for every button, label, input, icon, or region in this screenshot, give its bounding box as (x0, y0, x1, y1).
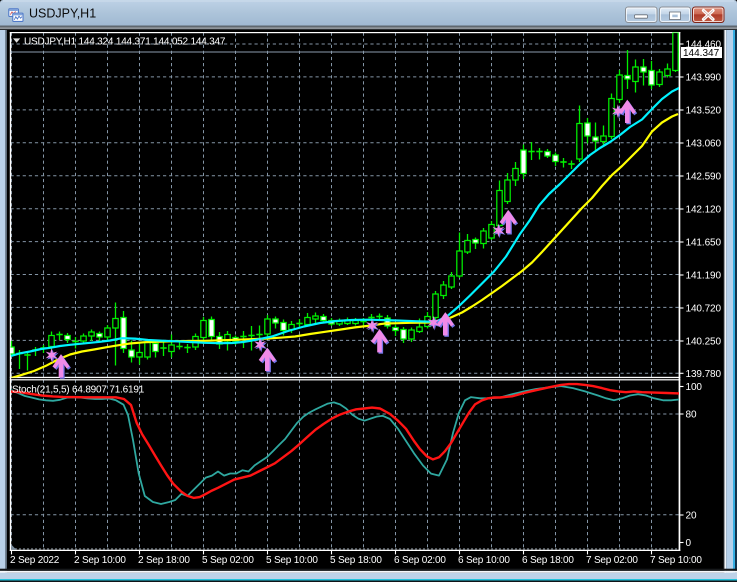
svg-text:7 Sep 02:00: 7 Sep 02:00 (586, 555, 638, 566)
svg-text:20: 20 (686, 511, 697, 522)
svg-text:142.120: 142.120 (686, 205, 722, 216)
svg-text:144.347: 144.347 (683, 48, 720, 59)
svg-text:USDJPY,H1 144.324 144.371 144: USDJPY,H1 144.324 144.371 144.052 144.34… (24, 37, 226, 48)
svg-text:0: 0 (686, 538, 692, 549)
svg-text:6 Sep 18:00: 6 Sep 18:00 (522, 555, 574, 566)
svg-text:140.250: 140.250 (686, 337, 722, 348)
svg-text:140.720: 140.720 (686, 304, 722, 315)
svg-text:5 Sep 10:00: 5 Sep 10:00 (266, 555, 318, 566)
svg-text:5 Sep 02:00: 5 Sep 02:00 (202, 555, 254, 566)
svg-text:6 Sep 02:00: 6 Sep 02:00 (394, 555, 446, 566)
svg-text:Stoch(21,5,5) 64.8907 71.6191: Stoch(21,5,5) 64.8907 71.6191 (12, 385, 145, 396)
svg-text:143.990: 143.990 (686, 73, 722, 84)
svg-text:2 Sep 2022: 2 Sep 2022 (10, 555, 60, 566)
svg-text:6 Sep 10:00: 6 Sep 10:00 (458, 555, 510, 566)
svg-text:7 Sep 10:00: 7 Sep 10:00 (650, 555, 702, 566)
svg-text:USDJPY,H1: USDJPY,H1 (29, 7, 96, 21)
svg-text:139.780: 139.780 (686, 369, 722, 380)
svg-text:2 Sep 18:00: 2 Sep 18:00 (138, 555, 190, 566)
svg-text:141.190: 141.190 (686, 271, 722, 282)
svg-text:143.520: 143.520 (686, 106, 722, 117)
svg-text:80: 80 (686, 410, 697, 421)
svg-text:2 Sep 10:00: 2 Sep 10:00 (74, 555, 126, 566)
svg-text:143.060: 143.060 (686, 139, 722, 150)
svg-text:100: 100 (686, 382, 703, 393)
svg-text:142.590: 142.590 (686, 172, 722, 183)
svg-text:141.650: 141.650 (686, 238, 722, 249)
svg-text:5 Sep 18:00: 5 Sep 18:00 (330, 555, 382, 566)
